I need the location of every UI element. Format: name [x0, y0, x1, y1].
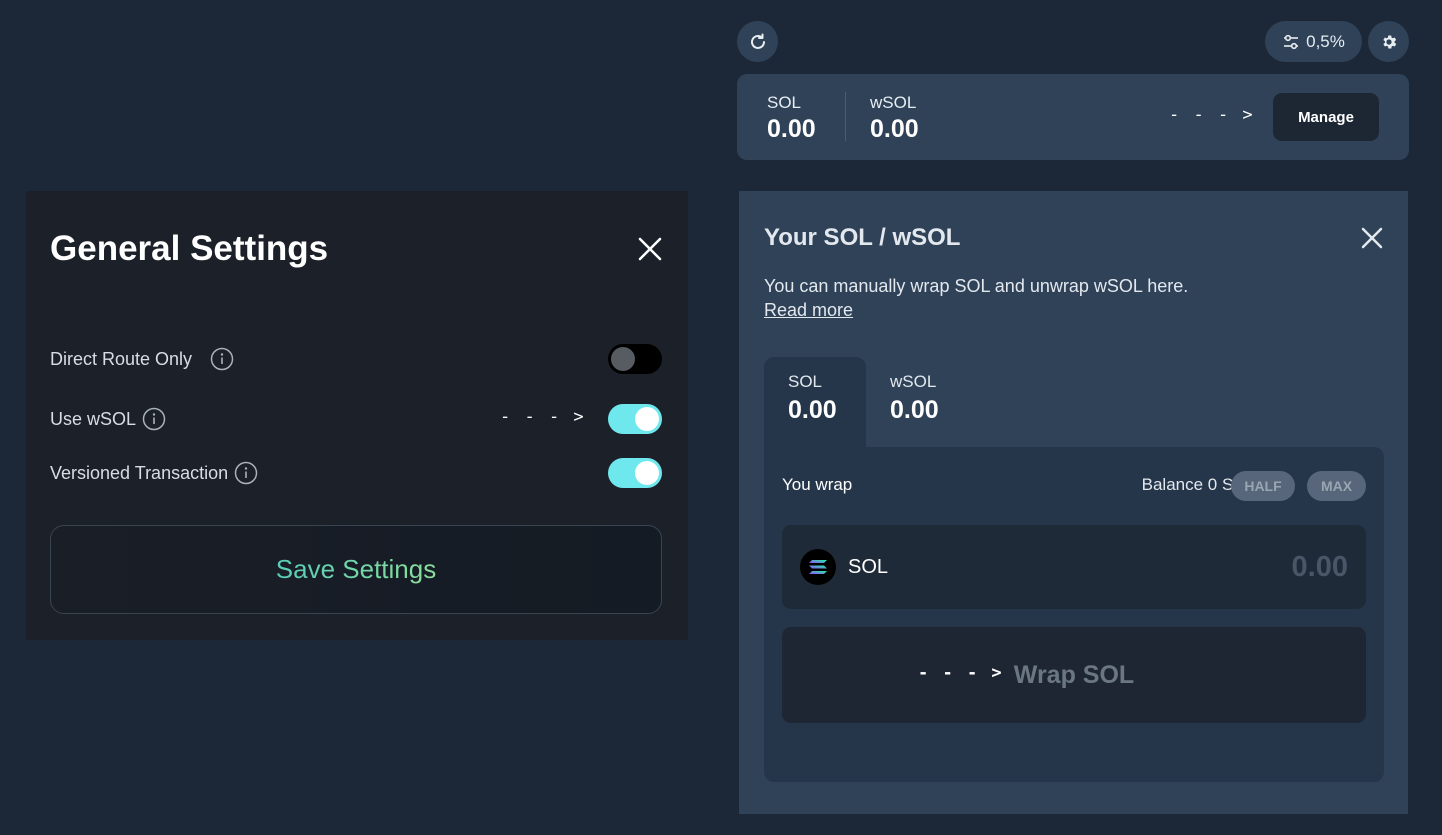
balance-divider: [845, 92, 846, 141]
wsol-balance-label: wSOL: [870, 93, 917, 112]
tab-value: 0.00: [890, 396, 939, 424]
setting-use-wsol: Use wSOL - - - >: [50, 403, 662, 435]
tab-value: 0.00: [788, 396, 837, 424]
settings-button[interactable]: [1368, 21, 1409, 62]
use-wsol-toggle[interactable]: [608, 404, 662, 434]
manage-button[interactable]: Manage: [1273, 93, 1379, 141]
sliders-icon: [1284, 34, 1299, 49]
slippage-value: 0,5%: [1306, 31, 1345, 51]
direct-route-toggle[interactable]: [608, 344, 662, 374]
setting-label: Use wSOL: [50, 408, 137, 429]
annotation-arrow: - - - >: [500, 407, 586, 427]
solana-logo-icon: [800, 549, 836, 585]
wrap-panel: Your SOL / wSOL You can manually wrap SO…: [739, 191, 1408, 814]
save-settings-button[interactable]: Save Settings: [50, 525, 662, 614]
toggle-knob: [635, 461, 659, 485]
close-icon: [638, 237, 662, 261]
info-icon[interactable]: [142, 407, 166, 431]
wrap-sol-button[interactable]: - - - > Wrap SOL: [782, 627, 1366, 723]
refresh-button[interactable]: [737, 21, 778, 62]
close-settings-button[interactable]: [634, 233, 666, 265]
settings-title: General Settings: [50, 229, 329, 268]
setting-versioned-transaction: Versioned Transaction: [50, 457, 662, 489]
info-icon[interactable]: [210, 347, 234, 371]
tab-label: SOL: [788, 372, 823, 391]
setting-direct-route: Direct Route Only: [50, 343, 662, 375]
balance-bar: SOL 0.00 wSOL 0.00 - - - > Manage: [737, 74, 1409, 160]
token-name: SOL: [848, 556, 889, 578]
slippage-button[interactable]: 0,5%: [1265, 21, 1362, 62]
sol-balance: SOL 0.00: [767, 93, 816, 144]
sol-balance-label: SOL: [767, 93, 802, 112]
wrap-description-text: You can manually wrap SOL and unwrap wSO…: [764, 276, 1189, 296]
general-settings-panel: General Settings Direct Route Only Use w…: [26, 191, 688, 640]
tab-label: wSOL: [890, 372, 937, 391]
wsol-balance: wSOL 0.00: [870, 93, 919, 144]
save-settings-label: Save Settings: [275, 554, 437, 584]
close-wrap-button[interactable]: [1358, 224, 1386, 252]
wrap-description: You can manually wrap SOL and unwrap wSO…: [764, 274, 1188, 322]
half-button[interactable]: HALF: [1231, 471, 1295, 501]
amount-input[interactable]: [1148, 547, 1348, 587]
annotation-arrow: - - - >: [1169, 105, 1255, 125]
wsol-balance-value: 0.00: [870, 115, 919, 143]
you-wrap-label: You wrap: [782, 475, 853, 494]
toggle-knob: [611, 347, 635, 371]
toggle-knob: [635, 407, 659, 431]
versioned-transaction-toggle[interactable]: [608, 458, 662, 488]
refresh-icon: [750, 33, 765, 49]
setting-label: Direct Route Only: [50, 348, 193, 369]
wrap-title: Your SOL / wSOL: [764, 224, 961, 251]
read-more-link[interactable]: Read more: [764, 298, 1188, 322]
gear-icon: [1382, 35, 1396, 48]
wrap-sol-label: Wrap SOL: [1013, 660, 1135, 689]
wrap-card: You wrap Balance 0 SOL HALF MAX SOL 0.00…: [764, 447, 1384, 782]
tab-wsol[interactable]: wSOL 0.00: [866, 357, 968, 447]
annotation-arrow: - - - >: [918, 663, 1004, 683]
sol-balance-value: 0.00: [767, 115, 816, 143]
token-input-box: SOL: [782, 525, 1366, 609]
setting-label: Versioned Transaction: [50, 462, 229, 483]
info-icon[interactable]: [234, 461, 258, 485]
max-button[interactable]: MAX: [1307, 471, 1366, 501]
close-icon: [1361, 227, 1383, 249]
tab-sol[interactable]: SOL 0.00: [764, 357, 866, 447]
